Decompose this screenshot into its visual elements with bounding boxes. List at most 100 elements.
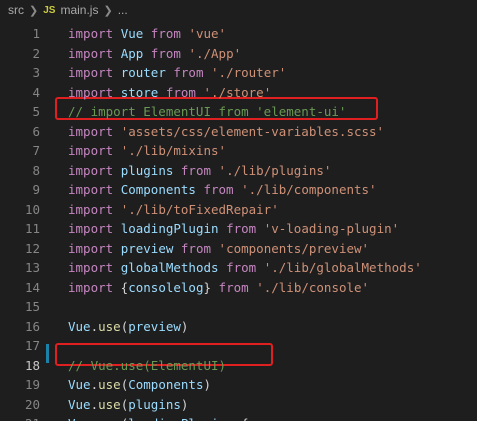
code-token: import <box>68 65 114 80</box>
code-line[interactable]: 18 // Vue.use(ElementUI) <box>0 356 477 375</box>
code-token: // import ElementUI from 'element-ui' <box>68 104 347 119</box>
code-token: from <box>165 84 196 100</box>
code-token: import <box>68 162 114 178</box>
code-token: plugins <box>120 162 174 178</box>
code-text: import {consolelog} from './lib/console' <box>68 278 369 297</box>
code-line[interactable]: 19 Vue.use(Components) <box>0 375 477 394</box>
code-token: Vue <box>120 26 144 41</box>
code-token: , { <box>226 416 249 421</box>
code-text: import App from './App' <box>68 44 241 63</box>
code-line[interactable]: 15 <box>0 297 477 316</box>
line-number: 3 <box>32 65 40 80</box>
code-line[interactable]: 8 import plugins from './lib/plugins' <box>0 161 477 180</box>
code-line[interactable]: 3 import router from './router' <box>0 63 477 82</box>
code-line[interactable]: 7 import './lib/mixins' <box>0 141 477 160</box>
code-line[interactable]: 20 Vue.use(plugins) <box>0 395 477 414</box>
code-token: import <box>68 123 114 139</box>
code-token: Vue <box>68 318 91 334</box>
code-token: ) <box>180 396 189 412</box>
code-token: import <box>68 201 114 217</box>
line-number: 5 <box>32 104 40 119</box>
line-number: 2 <box>32 45 40 61</box>
code-line[interactable]: 11 import loadingPlugin from 'v-loading-p… <box>0 219 477 238</box>
code-token: loadingPlugin <box>120 221 219 236</box>
code-token: loadingPlugin <box>128 416 226 421</box>
code-token: from <box>180 240 212 256</box>
code-token: './lib/globalMethods' <box>263 260 422 275</box>
code-line[interactable]: 13 import globalMethods from './lib/globa… <box>0 258 477 277</box>
code-token: './App' <box>188 45 242 61</box>
code-line[interactable]: 9 import Components from './lib/component… <box>0 180 477 199</box>
code-line[interactable]: 2 import App from './App' <box>0 44 477 63</box>
code-token: . <box>90 396 99 412</box>
code-token: from <box>150 45 181 61</box>
code-line[interactable]: 21 Vue.use(loadingPlugin, { <box>0 414 477 421</box>
code-text: import plugins from './lib/plugins' <box>68 161 331 180</box>
code-token: . <box>91 416 99 421</box>
code-token: import <box>68 26 114 41</box>
code-token: './lib/mixins' <box>120 143 227 158</box>
line-number: 1 <box>32 26 40 41</box>
code-text: import preview from 'components/preview' <box>68 239 369 258</box>
code-text: // Vue.use(ElementUI) <box>68 356 226 375</box>
breadcrumb-more[interactable]: ... <box>118 3 128 17</box>
code-token: from <box>173 65 204 80</box>
line-number: 11 <box>24 221 40 236</box>
code-line[interactable]: 1 import Vue from 'vue' <box>0 24 477 43</box>
line-number: 6 <box>32 123 40 139</box>
line-number: 9 <box>32 182 40 197</box>
code-text: import Vue from 'vue' <box>68 24 226 43</box>
code-token: import <box>68 45 114 61</box>
code-token: './store' <box>203 84 272 100</box>
code-line[interactable]: 5 // import ElementUI from 'element-ui' <box>0 102 477 121</box>
code-line[interactable]: 14 import {consolelog} from './lib/consol… <box>0 278 477 297</box>
code-token: router <box>120 65 166 80</box>
code-line[interactable]: 16 Vue.use(preview) <box>0 317 477 336</box>
code-token: import <box>68 240 114 256</box>
line-number: 16 <box>24 318 40 334</box>
code-line[interactable]: 10 import './lib/toFixedRepair' <box>0 200 477 219</box>
breadcrumb-file[interactable]: main.js <box>60 3 98 17</box>
code-line[interactable]: 12 import preview from 'components/previe… <box>0 239 477 258</box>
code-token: { <box>113 279 129 295</box>
code-text: Vue.use(loadingPlugin, { <box>68 414 249 421</box>
code-token: ) <box>203 377 212 392</box>
code-token: './lib/components' <box>241 182 377 197</box>
code-token: ) <box>180 318 189 334</box>
code-line[interactable]: 17 <box>0 336 477 355</box>
line-number: 14 <box>24 279 40 295</box>
code-text: Vue.use(plugins) <box>68 395 188 414</box>
code-token: use <box>98 396 121 412</box>
line-number: 12 <box>24 240 40 256</box>
code-token: './lib/toFixedRepair' <box>120 201 279 217</box>
code-editor[interactable]: 1 import Vue from 'vue' 2 import App from '… <box>0 21 477 421</box>
code-token: 'components/preview' <box>218 240 370 256</box>
code-token: preview <box>120 240 174 256</box>
code-line[interactable]: 6 import 'assets/css/element-variables.sc… <box>0 122 477 141</box>
code-token: './lib/console' <box>256 279 370 295</box>
line-number: 18 <box>24 357 40 373</box>
code-token: from <box>180 162 212 178</box>
code-text: import './lib/mixins' <box>68 141 226 160</box>
code-token: Vue <box>68 396 91 412</box>
code-token: from <box>226 221 257 236</box>
code-text: Vue.use(preview) <box>68 317 188 336</box>
chevron-right-icon: ❯ <box>29 4 39 17</box>
code-text: import loadingPlugin from 'v-loading-plu… <box>68 219 399 238</box>
code-token: globalMethods <box>120 260 219 275</box>
js-file-icon: JS <box>43 4 56 16</box>
breadcrumb-folder[interactable]: src <box>8 3 24 17</box>
code-line[interactable]: 4 import store from './store' <box>0 83 477 102</box>
code-token: plugins <box>128 396 181 412</box>
code-token: import <box>68 260 114 275</box>
